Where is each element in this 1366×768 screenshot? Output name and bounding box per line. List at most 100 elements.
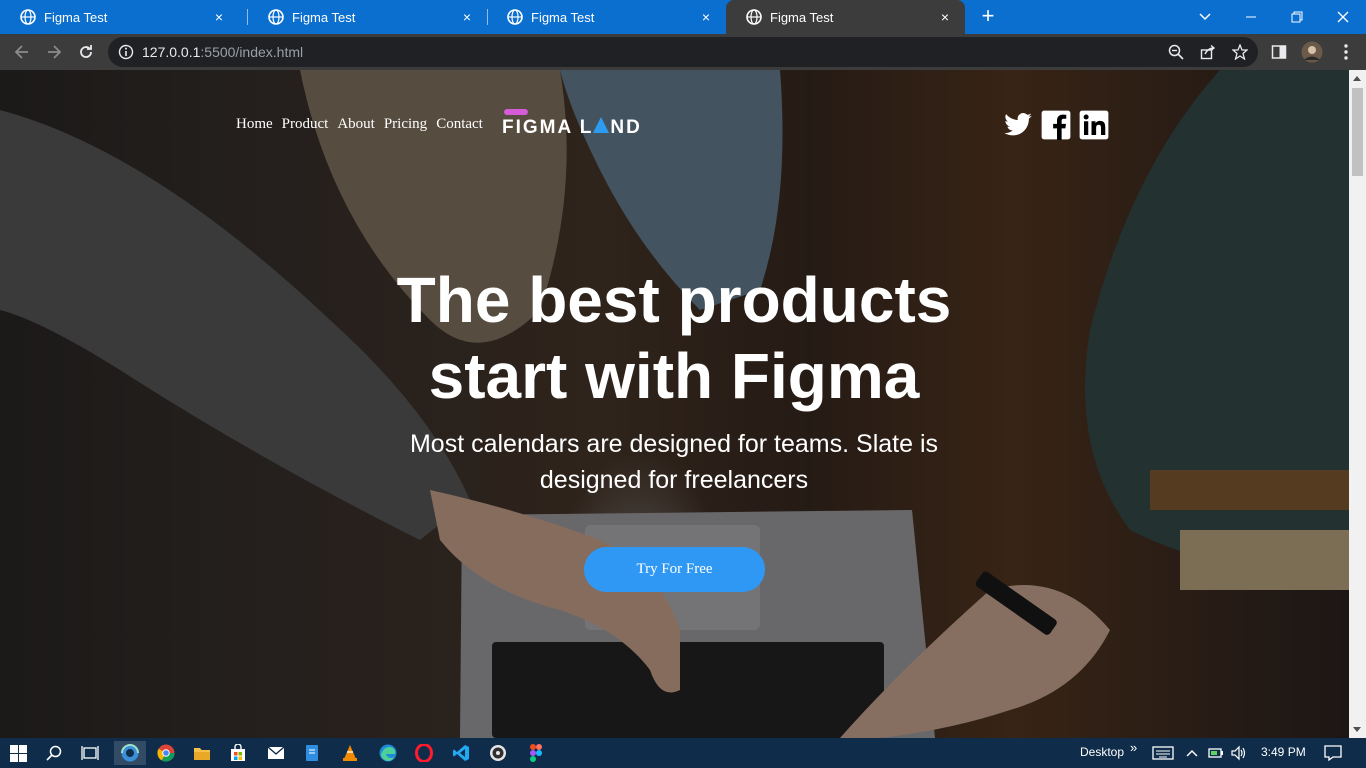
notes-icon <box>306 745 318 761</box>
forward-button[interactable] <box>42 40 66 64</box>
reload-button[interactable] <box>74 40 98 64</box>
figma-icon <box>530 744 542 762</box>
globe-icon <box>20 9 36 25</box>
taskbar-app-mail[interactable] <box>264 741 288 765</box>
search-icon <box>46 745 62 761</box>
taskbar-app-vlc[interactable] <box>338 741 362 765</box>
taskbar-app-store[interactable] <box>226 741 250 765</box>
notifications-icon[interactable] <box>1324 744 1342 762</box>
taskbar-app-file-explorer[interactable] <box>190 741 214 765</box>
browser-tab-active[interactable]: Figma Test × <box>726 0 965 34</box>
scroll-down-arrow-icon[interactable] <box>1353 727 1361 732</box>
windows-logo-icon <box>9 744 27 762</box>
vscode-icon <box>453 745 469 761</box>
desktop-toolbar-label[interactable]: Desktop <box>1080 745 1124 759</box>
chrome-icon <box>157 744 175 762</box>
nav-link-pricing[interactable]: Pricing <box>384 116 427 133</box>
keyboard-icon[interactable] <box>1152 745 1174 761</box>
close-icon <box>1337 11 1349 23</box>
page-viewport: Home Product About Pricing Contact FIGMA… <box>0 70 1349 738</box>
back-button[interactable] <box>10 40 34 64</box>
browser-tab[interactable]: Figma Test × <box>248 0 487 34</box>
volume-icon[interactable] <box>1231 745 1247 761</box>
taskbar-search-button[interactable] <box>42 741 66 765</box>
minimize-button[interactable] <box>1228 0 1274 34</box>
opera-icon <box>415 744 433 762</box>
store-bag-icon <box>231 744 245 761</box>
restore-icon <box>1291 11 1303 23</box>
task-view-icon <box>81 746 99 760</box>
taskbar-app-notes[interactable] <box>300 741 324 765</box>
tab-close-icon[interactable]: × <box>937 9 953 25</box>
browser-toolbar: 127.0.0.1:5500/index.html <box>0 34 1366 70</box>
tab-search-button[interactable] <box>1182 0 1228 34</box>
taskbar-app-edge[interactable] <box>376 741 400 765</box>
scroll-up-arrow-icon[interactable] <box>1353 76 1361 81</box>
tab-close-icon[interactable]: × <box>459 9 475 25</box>
logo-text-start: FIGMA L <box>502 117 594 138</box>
start-button[interactable] <box>6 741 30 765</box>
reload-icon <box>80 45 92 58</box>
bookmark-star-icon[interactable] <box>1232 44 1248 60</box>
edge-dev-icon <box>121 744 139 762</box>
tab-title: Figma Test <box>770 9 834 25</box>
linkedin-icon[interactable] <box>1079 110 1109 140</box>
restore-button[interactable] <box>1274 0 1320 34</box>
share-icon[interactable] <box>1200 44 1216 60</box>
facebook-icon[interactable] <box>1041 110 1071 140</box>
folder-icon <box>194 748 210 760</box>
page-scrollbar[interactable] <box>1349 70 1366 738</box>
logo-text: FIGMA L ND <box>502 117 642 139</box>
tab-close-icon[interactable]: × <box>211 9 227 25</box>
tab-strip: Figma Test × Figma Test × Figma Test × F… <box>0 0 1366 34</box>
browser-menu-button[interactable] <box>1334 40 1358 64</box>
browser-tab[interactable]: Figma Test × <box>487 0 726 34</box>
edge-icon <box>379 744 397 762</box>
more-vertical-icon <box>1344 44 1348 60</box>
hero-subheading-line-2: designed for freelancers <box>539 466 809 494</box>
taskbar-app-figma[interactable] <box>524 741 548 765</box>
nav-link-contact[interactable]: Contact <box>436 116 483 133</box>
info-icon[interactable] <box>118 44 134 60</box>
nav-link-about[interactable]: About <box>337 116 375 133</box>
tab-title: Figma Test <box>531 9 595 25</box>
nav-link-product[interactable]: Product <box>282 116 329 133</box>
address-bar[interactable]: 127.0.0.1:5500/index.html <box>108 37 1258 67</box>
main-nav: Home Product About Pricing Contact <box>236 116 483 133</box>
taskbar-app-edge-dev[interactable] <box>114 741 146 765</box>
scrollbar-thumb[interactable] <box>1352 88 1363 176</box>
windows-taskbar: Desktop » 3:49 PM <box>0 738 1366 768</box>
globe-icon <box>507 9 523 25</box>
url-text[interactable]: 127.0.0.1:5500/index.html <box>142 44 303 60</box>
hero-subheading-line-1: Most calendars are designed for teams. S… <box>409 430 939 458</box>
site-logo[interactable]: FIGMA L ND <box>502 108 662 140</box>
nav-link-home[interactable]: Home <box>236 116 273 133</box>
arrow-right-icon <box>48 45 62 59</box>
avatar <box>1301 41 1323 63</box>
tab-close-icon[interactable]: × <box>698 9 714 25</box>
url-host: 127.0.0.1 <box>142 44 201 60</box>
hero-headline-line-2: start with Figma <box>428 340 920 412</box>
globe-icon <box>268 9 284 25</box>
logo-triangle-icon <box>593 117 609 133</box>
chevron-up-icon[interactable] <box>1184 745 1200 761</box>
task-view-button[interactable] <box>78 741 102 765</box>
try-for-free-button[interactable]: Try For Free <box>584 547 765 592</box>
side-panel-button[interactable] <box>1267 40 1291 64</box>
taskbar-app-chrome[interactable] <box>154 741 178 765</box>
taskbar-app-obs[interactable] <box>486 741 510 765</box>
taskbar-app-opera[interactable] <box>412 741 436 765</box>
taskbar-app-vscode[interactable] <box>449 741 473 765</box>
twitter-icon[interactable] <box>1003 110 1033 140</box>
arrow-left-icon <box>14 45 28 59</box>
close-window-button[interactable] <box>1320 0 1366 34</box>
toolbar-expand-icon[interactable]: » <box>1130 740 1137 755</box>
clock-time[interactable]: 3:49 PM <box>1261 745 1306 759</box>
zoom-icon[interactable] <box>1168 44 1184 60</box>
battery-icon[interactable] <box>1208 745 1224 761</box>
profile-button[interactable] <box>1300 40 1324 64</box>
browser-tab[interactable]: Figma Test × <box>0 0 239 34</box>
new-tab-button[interactable]: + <box>976 5 1000 29</box>
hero-headline-line-1: The best products <box>396 264 952 336</box>
globe-icon <box>746 9 762 25</box>
